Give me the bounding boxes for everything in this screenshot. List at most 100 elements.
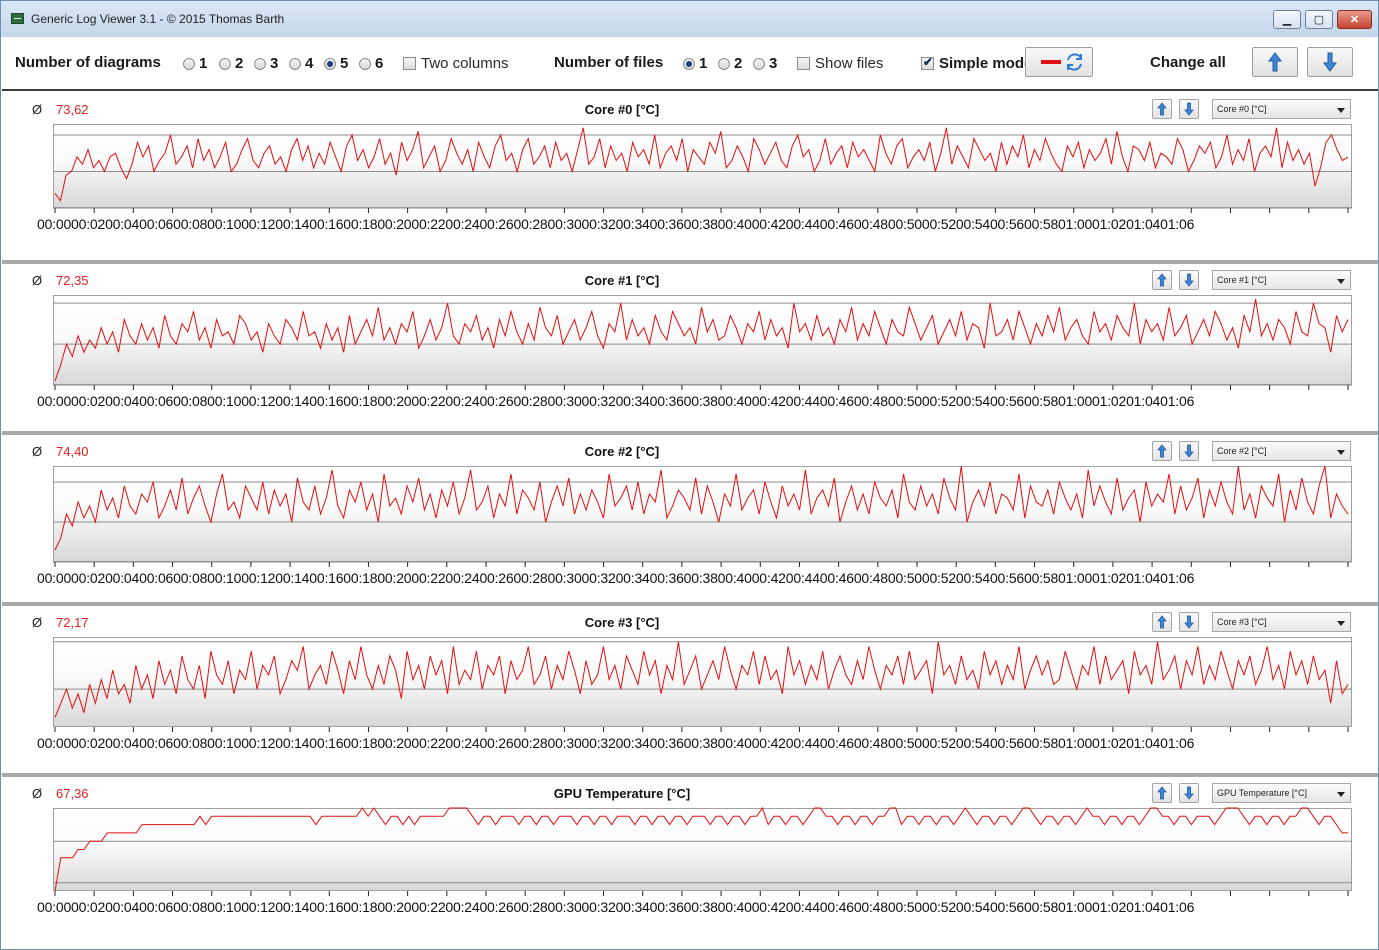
files-radio-1[interactable]: 1 xyxy=(683,55,707,72)
average-value: 72,35 xyxy=(56,273,89,288)
series-line xyxy=(54,806,1348,892)
diagrams-radio-4[interactable]: 4 xyxy=(289,55,313,72)
series-line xyxy=(54,641,1349,718)
maximize-button[interactable]: ▢ xyxy=(1305,10,1333,29)
line-chart xyxy=(53,127,1352,213)
plot-area xyxy=(53,806,1352,896)
average-symbol: Ø xyxy=(32,444,43,459)
two-columns-checkbox[interactable]: Two columns xyxy=(403,55,509,72)
move-diagram-down-button[interactable] xyxy=(1179,270,1199,290)
diagrams-radio-1[interactable]: 1 xyxy=(183,55,207,72)
move-diagram-up-button[interactable] xyxy=(1152,612,1172,632)
sensor-select-value: Core #0 [°C] xyxy=(1217,104,1267,114)
app-icon xyxy=(11,13,24,24)
radio-label: 3 xyxy=(769,55,778,72)
title-bar[interactable]: Generic Log Viewer 3.1 - © 2015 Thomas B… xyxy=(1,1,1378,37)
move-diagram-down-button[interactable] xyxy=(1179,783,1199,803)
radio-label: 2 xyxy=(734,55,743,72)
chevron-down-icon xyxy=(1337,450,1345,455)
move-diagram-down-button[interactable] xyxy=(1179,612,1199,632)
radio-label: 1 xyxy=(699,55,708,72)
sensor-select[interactable]: Core #0 [°C] xyxy=(1212,99,1351,119)
radio-circle-icon xyxy=(183,57,195,70)
arrow-up-icon xyxy=(1268,52,1282,72)
arrow-down-icon xyxy=(1184,102,1194,116)
show-files-label: Show files xyxy=(815,55,884,72)
x-axis-labels: 00:0000:0200:0400:0600:0800:1000:1200:14… xyxy=(37,393,1195,409)
plot-area xyxy=(53,124,1352,213)
radio-label: 2 xyxy=(235,55,244,72)
move-diagram-up-button[interactable] xyxy=(1152,783,1172,803)
red-line-swap-icon xyxy=(1041,53,1082,71)
diagram-title: Core #2 [°C] xyxy=(584,444,660,459)
files-radio-3[interactable]: 3 xyxy=(753,55,777,72)
diagram-title: Core #0 [°C] xyxy=(584,102,660,117)
show-files-checkbox[interactable]: Show files xyxy=(797,55,883,72)
move-diagram-up-button[interactable] xyxy=(1152,99,1172,119)
x-axis-labels: 00:0000:0200:0400:0600:0800:1000:1200:14… xyxy=(37,735,1195,751)
arrow-down-icon xyxy=(1184,786,1194,800)
simple-mode-label: Simple mode xyxy=(939,55,1029,72)
diagrams-radio-5[interactable]: 5 xyxy=(324,55,348,72)
chevron-down-icon xyxy=(1337,108,1345,113)
radio-label: 3 xyxy=(270,55,279,72)
move-diagram-up-button[interactable] xyxy=(1152,270,1172,290)
radio-circle-icon xyxy=(753,57,765,70)
diagram-panel: Ø 73,62 Core #0 [°C] Core #0 [°C] xyxy=(2,93,1378,259)
diagrams-radio-3[interactable]: 3 xyxy=(254,55,278,72)
change-all-label: Change all xyxy=(1150,54,1226,71)
checkbox-checked-icon xyxy=(921,55,934,70)
line-chart xyxy=(53,641,1352,732)
move-diagram-down-button[interactable] xyxy=(1179,99,1199,119)
toolbar: Number of diagrams 1 2 3 4 5 6 Two colum… xyxy=(2,37,1378,91)
move-all-up-button[interactable] xyxy=(1252,47,1298,77)
average-value: 74,40 xyxy=(56,444,89,459)
line-style-toggle-button[interactable] xyxy=(1025,47,1093,77)
arrow-up-icon xyxy=(1157,273,1167,287)
sensor-select-value: GPU Temperature [°C] xyxy=(1217,788,1307,798)
average-value: 67,36 xyxy=(56,786,89,801)
line-chart xyxy=(53,806,1352,896)
diagram-title: Core #1 [°C] xyxy=(584,273,660,288)
diagrams-radio-6[interactable]: 6 xyxy=(359,55,383,72)
sensor-select[interactable]: Core #2 [°C] xyxy=(1212,441,1351,461)
chevron-down-icon xyxy=(1337,279,1345,284)
files-radio-2[interactable]: 2 xyxy=(718,55,742,72)
average-symbol: Ø xyxy=(32,102,43,117)
sensor-select-value: Core #2 [°C] xyxy=(1217,446,1267,456)
simple-mode-checkbox[interactable]: Simple mode xyxy=(921,55,1029,72)
minimize-button[interactable]: ▁ xyxy=(1273,10,1301,29)
diagram-title: GPU Temperature [°C] xyxy=(553,786,691,801)
radio-label: 1 xyxy=(199,55,208,72)
radio-selected-icon xyxy=(324,57,336,70)
plot-area xyxy=(53,465,1352,567)
sensor-select-value: Core #1 [°C] xyxy=(1217,275,1267,285)
window-title: Generic Log Viewer 3.1 - © 2015 Thomas B… xyxy=(31,12,285,26)
plot-area xyxy=(53,295,1352,390)
main-window: Generic Log Viewer 3.1 - © 2015 Thomas B… xyxy=(0,0,1379,950)
chevron-down-icon xyxy=(1337,792,1345,797)
diagrams-radio-2[interactable]: 2 xyxy=(219,55,243,72)
sensor-select[interactable]: GPU Temperature [°C] xyxy=(1212,783,1351,803)
radio-circle-icon xyxy=(718,57,730,70)
series-line xyxy=(54,299,1349,382)
radio-circle-icon xyxy=(289,57,301,70)
arrow-up-icon xyxy=(1157,786,1167,800)
sensor-select[interactable]: Core #3 [°C] xyxy=(1212,612,1351,632)
x-axis-labels: 00:0000:0200:0400:0600:0800:1000:1200:14… xyxy=(37,216,1195,232)
files-count-label: Number of files xyxy=(554,54,664,71)
arrow-down-icon xyxy=(1184,615,1194,629)
move-all-down-button[interactable] xyxy=(1307,47,1353,77)
close-button[interactable]: ✕ xyxy=(1337,10,1372,29)
move-diagram-down-button[interactable] xyxy=(1179,441,1199,461)
radio-circle-icon xyxy=(254,57,266,70)
radio-selected-icon xyxy=(683,57,695,70)
checkbox-icon xyxy=(403,57,416,70)
radio-label: 5 xyxy=(340,55,349,72)
x-axis-labels: 00:0000:0200:0400:0600:0800:1000:1200:14… xyxy=(37,570,1195,586)
plot-area xyxy=(53,637,1352,732)
radio-circle-icon xyxy=(359,57,371,70)
move-diagram-up-button[interactable] xyxy=(1152,441,1172,461)
arrow-up-icon xyxy=(1157,444,1167,458)
sensor-select[interactable]: Core #1 [°C] xyxy=(1212,270,1351,290)
